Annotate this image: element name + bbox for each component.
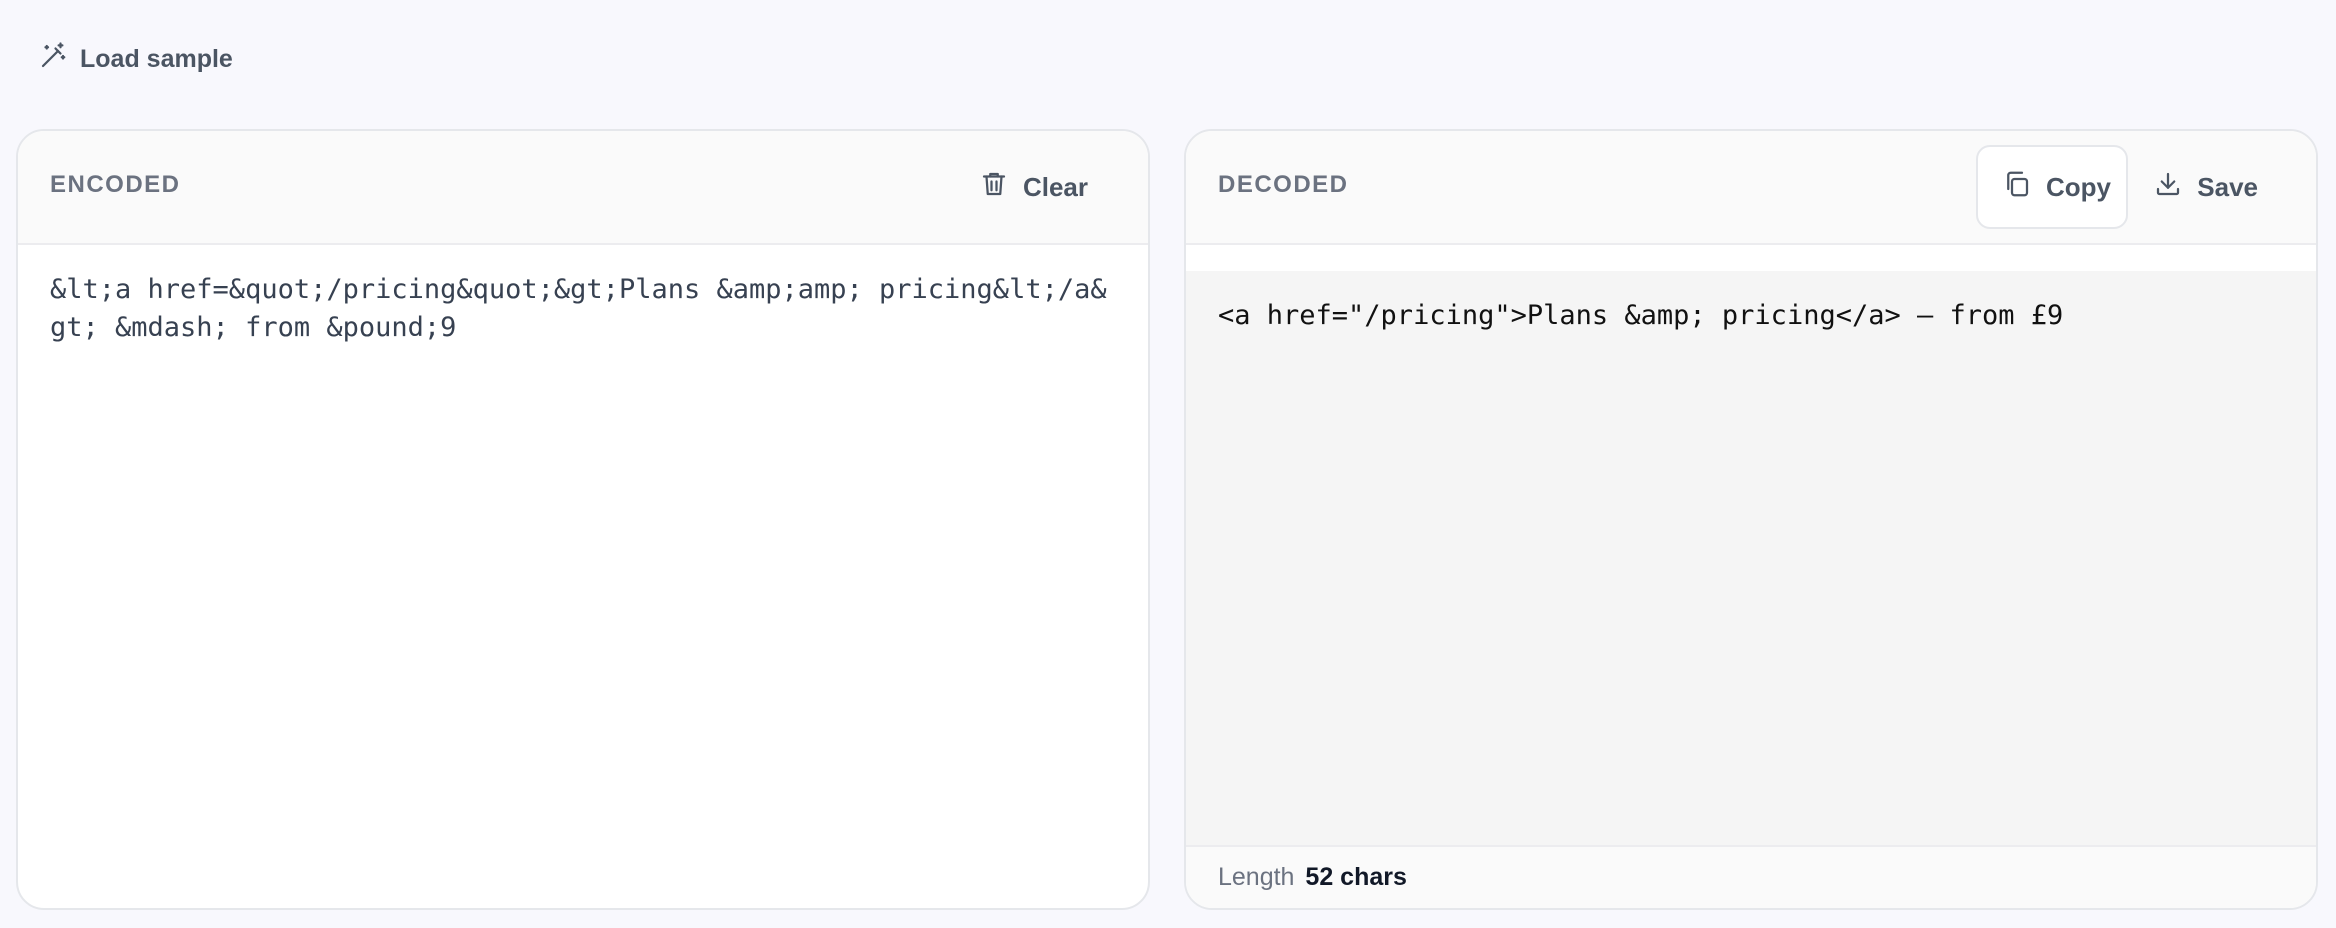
download-icon xyxy=(2153,169,2183,206)
encoded-header: ENCODED Clear xyxy=(18,131,1148,245)
length-value: 52 chars xyxy=(1305,863,1407,891)
decoded-title: DECODED xyxy=(1218,171,1349,198)
toolbar: Load sample xyxy=(0,0,2336,128)
decoded-footer: Length 52 chars xyxy=(1186,845,2316,908)
trash-icon xyxy=(979,169,1009,206)
save-label: Save xyxy=(2197,171,2258,202)
output-top-strip xyxy=(1186,245,2316,271)
encoded-title: ENCODED xyxy=(50,171,181,198)
copy-button[interactable]: Copy xyxy=(1976,145,2128,229)
decoded-header: DECODED Copy Save xyxy=(1186,131,2316,245)
encoded-input[interactable]: &lt;a href=&quot;/pricing&quot;&gt;Plans… xyxy=(18,245,1148,908)
magic-wand-icon xyxy=(38,41,68,78)
length-label: Length xyxy=(1218,863,1295,891)
decoded-panel: DECODED Copy Save <a href="/pricing">Pla… xyxy=(1184,129,2318,910)
clear-button[interactable]: Clear xyxy=(955,145,1114,229)
copy-icon xyxy=(2002,169,2032,206)
save-button[interactable]: Save xyxy=(2129,145,2282,229)
length-info: Length 52 chars xyxy=(1218,863,1407,892)
encoded-panel: ENCODED Clear &lt;a href=&quot;/pricing&… xyxy=(16,129,1150,910)
load-sample-button[interactable]: Load sample xyxy=(38,40,233,78)
decoded-output: <a href="/pricing">Plans &amp; pricing</… xyxy=(1186,271,2316,845)
clear-label: Clear xyxy=(1022,171,1088,202)
copy-label: Copy xyxy=(2046,171,2111,202)
load-sample-label: Load sample xyxy=(80,44,233,73)
